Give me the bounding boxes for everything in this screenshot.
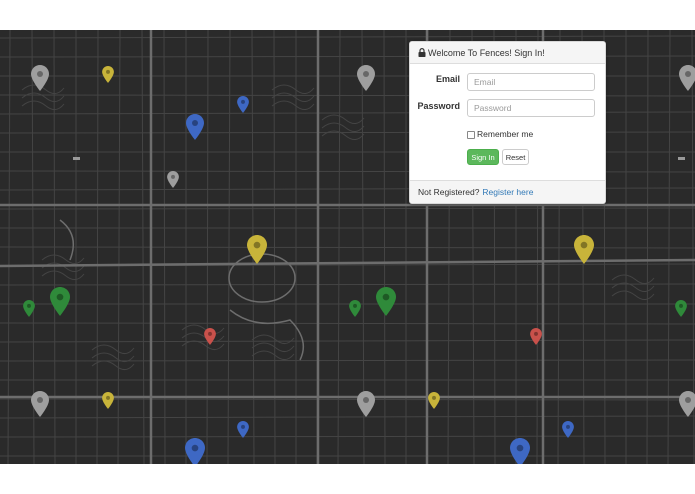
remember-me-checkbox[interactable] — [467, 131, 475, 139]
map-pin-icon[interactable] — [247, 235, 267, 264]
email-field[interactable] — [467, 73, 595, 91]
email-label: Email — [435, 74, 460, 84]
map-pin-icon[interactable] — [186, 114, 204, 140]
map-pin-icon[interactable] — [357, 65, 375, 91]
reset-button[interactable]: Reset — [502, 149, 529, 165]
map-pin-icon[interactable] — [530, 328, 542, 345]
login-panel-footer: Not Registered? Register here — [410, 180, 605, 203]
map-pin-icon[interactable] — [428, 392, 440, 409]
password-label: Password — [417, 101, 460, 111]
map-pin-icon[interactable] — [349, 300, 361, 317]
map-pin-icon[interactable] — [357, 391, 375, 417]
map-pin-icon[interactable] — [237, 96, 249, 113]
map-pin-icon[interactable] — [510, 438, 530, 464]
map-pin-icon[interactable] — [679, 65, 695, 91]
map-pin-icon[interactable] — [31, 65, 49, 91]
login-panel: Welcome To Fences! Sign In! Email Passwo… — [409, 41, 606, 204]
map-marker-square — [73, 157, 80, 160]
map-pin-icon[interactable] — [23, 300, 35, 317]
map-pin-icon[interactable] — [31, 391, 49, 417]
password-field[interactable] — [467, 99, 595, 117]
map-marker-square — [678, 157, 685, 160]
map-pin-icon[interactable] — [167, 171, 179, 188]
map-pin-icon[interactable] — [562, 421, 574, 438]
map-pin-icon[interactable] — [204, 328, 216, 345]
not-registered-text: Not Registered? — [418, 187, 480, 197]
map-pin-icon[interactable] — [679, 391, 695, 417]
map-pin-icon[interactable] — [376, 287, 396, 316]
map-pin-icon[interactable] — [237, 421, 249, 438]
register-link[interactable]: Register here — [482, 187, 533, 197]
login-panel-heading: Welcome To Fences! Sign In! — [410, 42, 605, 64]
map-pin-icon[interactable] — [574, 235, 594, 264]
sign-in-button[interactable]: Sign In — [467, 149, 499, 165]
map-pin-icon[interactable] — [675, 300, 687, 317]
map-pin-icon[interactable] — [102, 66, 114, 83]
map-pin-icon[interactable] — [185, 438, 205, 464]
login-title: Welcome To Fences! Sign In! — [428, 47, 545, 58]
remember-me-label: Remember me — [477, 129, 534, 139]
map-pin-icon[interactable] — [102, 392, 114, 409]
map-pin-icon[interactable] — [50, 287, 70, 316]
lock-icon — [418, 48, 426, 57]
